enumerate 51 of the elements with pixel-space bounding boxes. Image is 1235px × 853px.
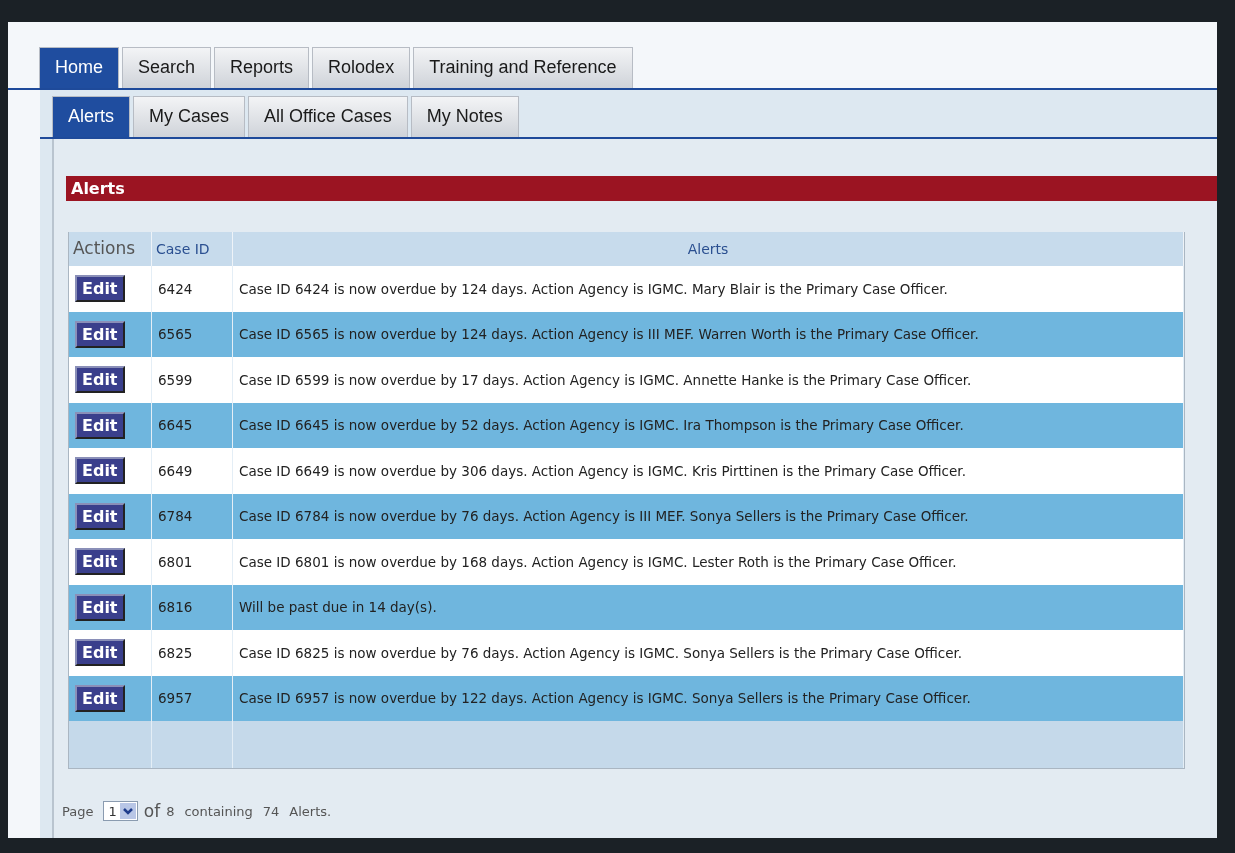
edit-button[interactable]: Edit: [75, 548, 125, 576]
nav-tab[interactable]: Rolodex: [312, 47, 411, 88]
pager-text: Alerts.: [289, 803, 332, 819]
nav-tab[interactable]: Home: [39, 47, 119, 88]
caret-icon: [119, 803, 136, 819]
page-select[interactable]: 1: [103, 801, 138, 821]
table-cell: Case ID 6599 is now overdue by 17 days. Action Agency is IGMC. Annette Hanke is the Primary Case Officer.: [233, 357, 1184, 403]
edit-button[interactable]: Edit: [75, 593, 125, 621]
table-cell: 6957: [152, 675, 233, 721]
sub-tab[interactable]: My Notes: [410, 96, 519, 137]
sub-tab[interactable]: Alerts: [52, 96, 130, 137]
edit-button[interactable]: Edit: [75, 639, 125, 667]
table-cell: 6645: [152, 402, 233, 448]
edit-button[interactable]: Edit: [75, 411, 125, 439]
column-header: Case ID: [152, 232, 233, 266]
table-cell: Case ID 6424 is now overdue by 124 days. Action Agency is IGMC. Mary Blair is the Primary Case Officer.: [233, 266, 1184, 312]
table-cell: 6825: [152, 630, 233, 676]
table-cell: Case ID 6649 is now overdue by 306 days. Action Agency is IGMC. Kris Pirttinen is the Primary Case Officer.: [233, 448, 1184, 494]
table-cell: Case ID 6645 is now overdue by 52 days. Action Agency is IGMC. Ira Thompson is the Primary Case Officer.: [233, 402, 1184, 448]
nav-tab[interactable]: Training and Reference: [413, 47, 633, 88]
edit-button[interactable]: Edit: [75, 457, 125, 485]
table-cell: 6565: [152, 311, 233, 357]
pager-text: of: [143, 801, 161, 821]
section-title: Alerts: [66, 176, 1217, 201]
pager-label: Page: [62, 803, 94, 819]
table-cell: 6784: [152, 493, 233, 539]
nav-tab[interactable]: Reports: [214, 47, 310, 88]
table-cell: 6801: [152, 539, 233, 585]
edit-button[interactable]: Edit: [75, 366, 125, 394]
table-cell: Case ID 6957 is now overdue by 122 days. Action Agency is IGMC. Sonya Sellers is the Primary Case Officer.: [233, 675, 1184, 721]
sub-tab[interactable]: My Cases: [133, 96, 246, 137]
column-header: Actions: [69, 232, 152, 266]
table-cell: Case ID 6825 is now overdue by 76 days. Action Agency is IGMC. Sonya Sellers is the Primary Case Officer.: [233, 630, 1184, 676]
table-cell: Case ID 6565 is now overdue by 124 days. Action Agency is III MEF. Warren Worth is the Primary Case Officer.: [233, 311, 1184, 357]
edit-button[interactable]: Edit: [75, 320, 125, 348]
nav-tab[interactable]: Search: [122, 47, 212, 88]
edit-button[interactable]: Edit: [75, 502, 125, 530]
edit-button[interactable]: Edit: [75, 275, 125, 303]
pager-text: 8: [166, 803, 175, 819]
pager-text: containing: [184, 803, 253, 819]
table-cell: Case ID 6784 is now overdue by 76 days. Action Agency is III MEF. Sonya Sellers is the Primary Case Officer.: [233, 493, 1184, 539]
table-cell: Case ID 6801 is now overdue by 168 days. Action Agency is IGMC. Lester Roth is the Primary Case Officer.: [233, 539, 1184, 585]
table-cell: Will be past due in 14 day(s).: [233, 584, 1184, 630]
table-cell: 6424: [152, 266, 233, 312]
alert-count: 74: [262, 803, 280, 819]
table-cell: 6599: [152, 357, 233, 403]
table-cell: 6649: [152, 448, 233, 494]
edit-button[interactable]: Edit: [75, 684, 125, 712]
sub-tab[interactable]: All Office Cases: [248, 96, 408, 137]
column-header: Alerts: [233, 232, 1184, 266]
table-cell: 6816: [152, 584, 233, 630]
